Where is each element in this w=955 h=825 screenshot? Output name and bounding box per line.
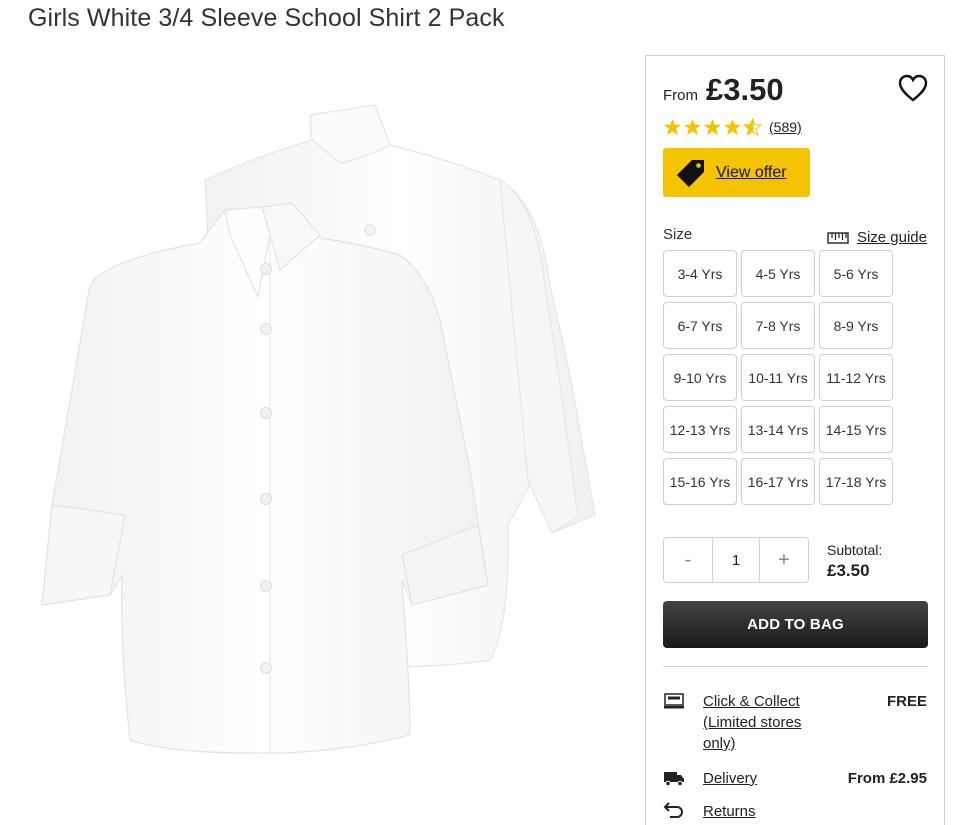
add-to-bag-button[interactable]: ADD TO BAG — [663, 601, 928, 648]
size-option-13-14[interactable]: 13-14 Yrs — [741, 406, 815, 453]
ruler-icon — [827, 231, 849, 244]
size-label: Size — [663, 226, 693, 243]
price-tag-icon — [677, 159, 704, 187]
quantity-decrease-button[interactable]: - — [664, 538, 712, 582]
size-option-5-6[interactable]: 5-6 Yrs — [819, 250, 893, 297]
star-icon — [663, 118, 682, 136]
rating-row: (589) — [663, 118, 802, 136]
size-option-15-16[interactable]: 15-16 Yrs — [663, 458, 737, 505]
purchase-panel: From £3.50 (589) View offer Size Size gu… — [645, 55, 945, 825]
size-guide-label: Size guide — [856, 229, 927, 246]
star-icon — [683, 118, 702, 136]
review-count-link[interactable]: (589) — [769, 119, 802, 135]
delivery-truck-icon — [664, 772, 684, 787]
half-star-icon — [743, 118, 762, 136]
subtotal: Subtotal: £3.50 — [827, 542, 882, 581]
quantity-stepper: - 1 + — [663, 537, 809, 583]
size-option-7-8[interactable]: 7-8 Yrs — [741, 302, 815, 349]
size-option-4-5[interactable]: 4-5 Yrs — [741, 250, 815, 297]
delivery-link[interactable]: Delivery — [703, 768, 823, 789]
subtotal-value: £3.50 — [827, 561, 870, 580]
star-icon — [723, 118, 742, 136]
price-prefix: From — [663, 87, 698, 104]
product-image[interactable] — [30, 85, 610, 785]
size-option-17-18[interactable]: 17-18 Yrs — [819, 458, 893, 505]
size-option-12-13[interactable]: 12-13 Yrs — [663, 406, 737, 453]
click-collect-price: FREE — [886, 693, 927, 710]
product-price: £3.50 — [706, 72, 784, 107]
view-offer-label: View offer — [716, 163, 787, 181]
quantity-input[interactable]: 1 — [712, 538, 760, 582]
size-option-11-12[interactable]: 11-12 Yrs — [819, 354, 893, 401]
size-option-16-17[interactable]: 16-17 Yrs — [741, 458, 815, 505]
click-collect-link[interactable]: Click & Collect (Limited stores only) — [703, 691, 823, 754]
star-icon — [703, 118, 722, 136]
click-collect-icon — [664, 693, 684, 709]
delivery-price: From £2.95 — [847, 770, 927, 787]
size-option-8-9[interactable]: 8-9 Yrs — [819, 302, 893, 349]
subtotal-label: Subtotal: — [827, 542, 883, 558]
size-guide-link[interactable]: Size guide — [827, 229, 927, 246]
wishlist-heart-icon[interactable] — [898, 74, 928, 102]
size-option-6-7[interactable]: 6-7 Yrs — [663, 302, 737, 349]
size-options: 3-4 Yrs 4-5 Yrs 5-6 Yrs 6-7 Yrs 7-8 Yrs … — [663, 250, 893, 505]
size-option-9-10[interactable]: 9-10 Yrs — [663, 354, 737, 401]
view-offer-button[interactable]: View offer — [663, 148, 810, 197]
price-row: From £3.50 — [663, 72, 784, 108]
divider — [663, 666, 928, 667]
star-rating — [663, 118, 763, 136]
size-option-14-15[interactable]: 14-15 Yrs — [819, 406, 893, 453]
quantity-increase-button[interactable]: + — [760, 538, 808, 582]
returns-icon — [663, 802, 683, 818]
size-option-3-4[interactable]: 3-4 Yrs — [663, 250, 737, 297]
product-title: Girls White 3/4 Sleeve School Shirt 2 Pa… — [28, 4, 505, 32]
shirt-image — [41, 104, 596, 754]
size-option-10-11[interactable]: 10-11 Yrs — [741, 354, 815, 401]
returns-link[interactable]: Returns — [703, 801, 823, 822]
